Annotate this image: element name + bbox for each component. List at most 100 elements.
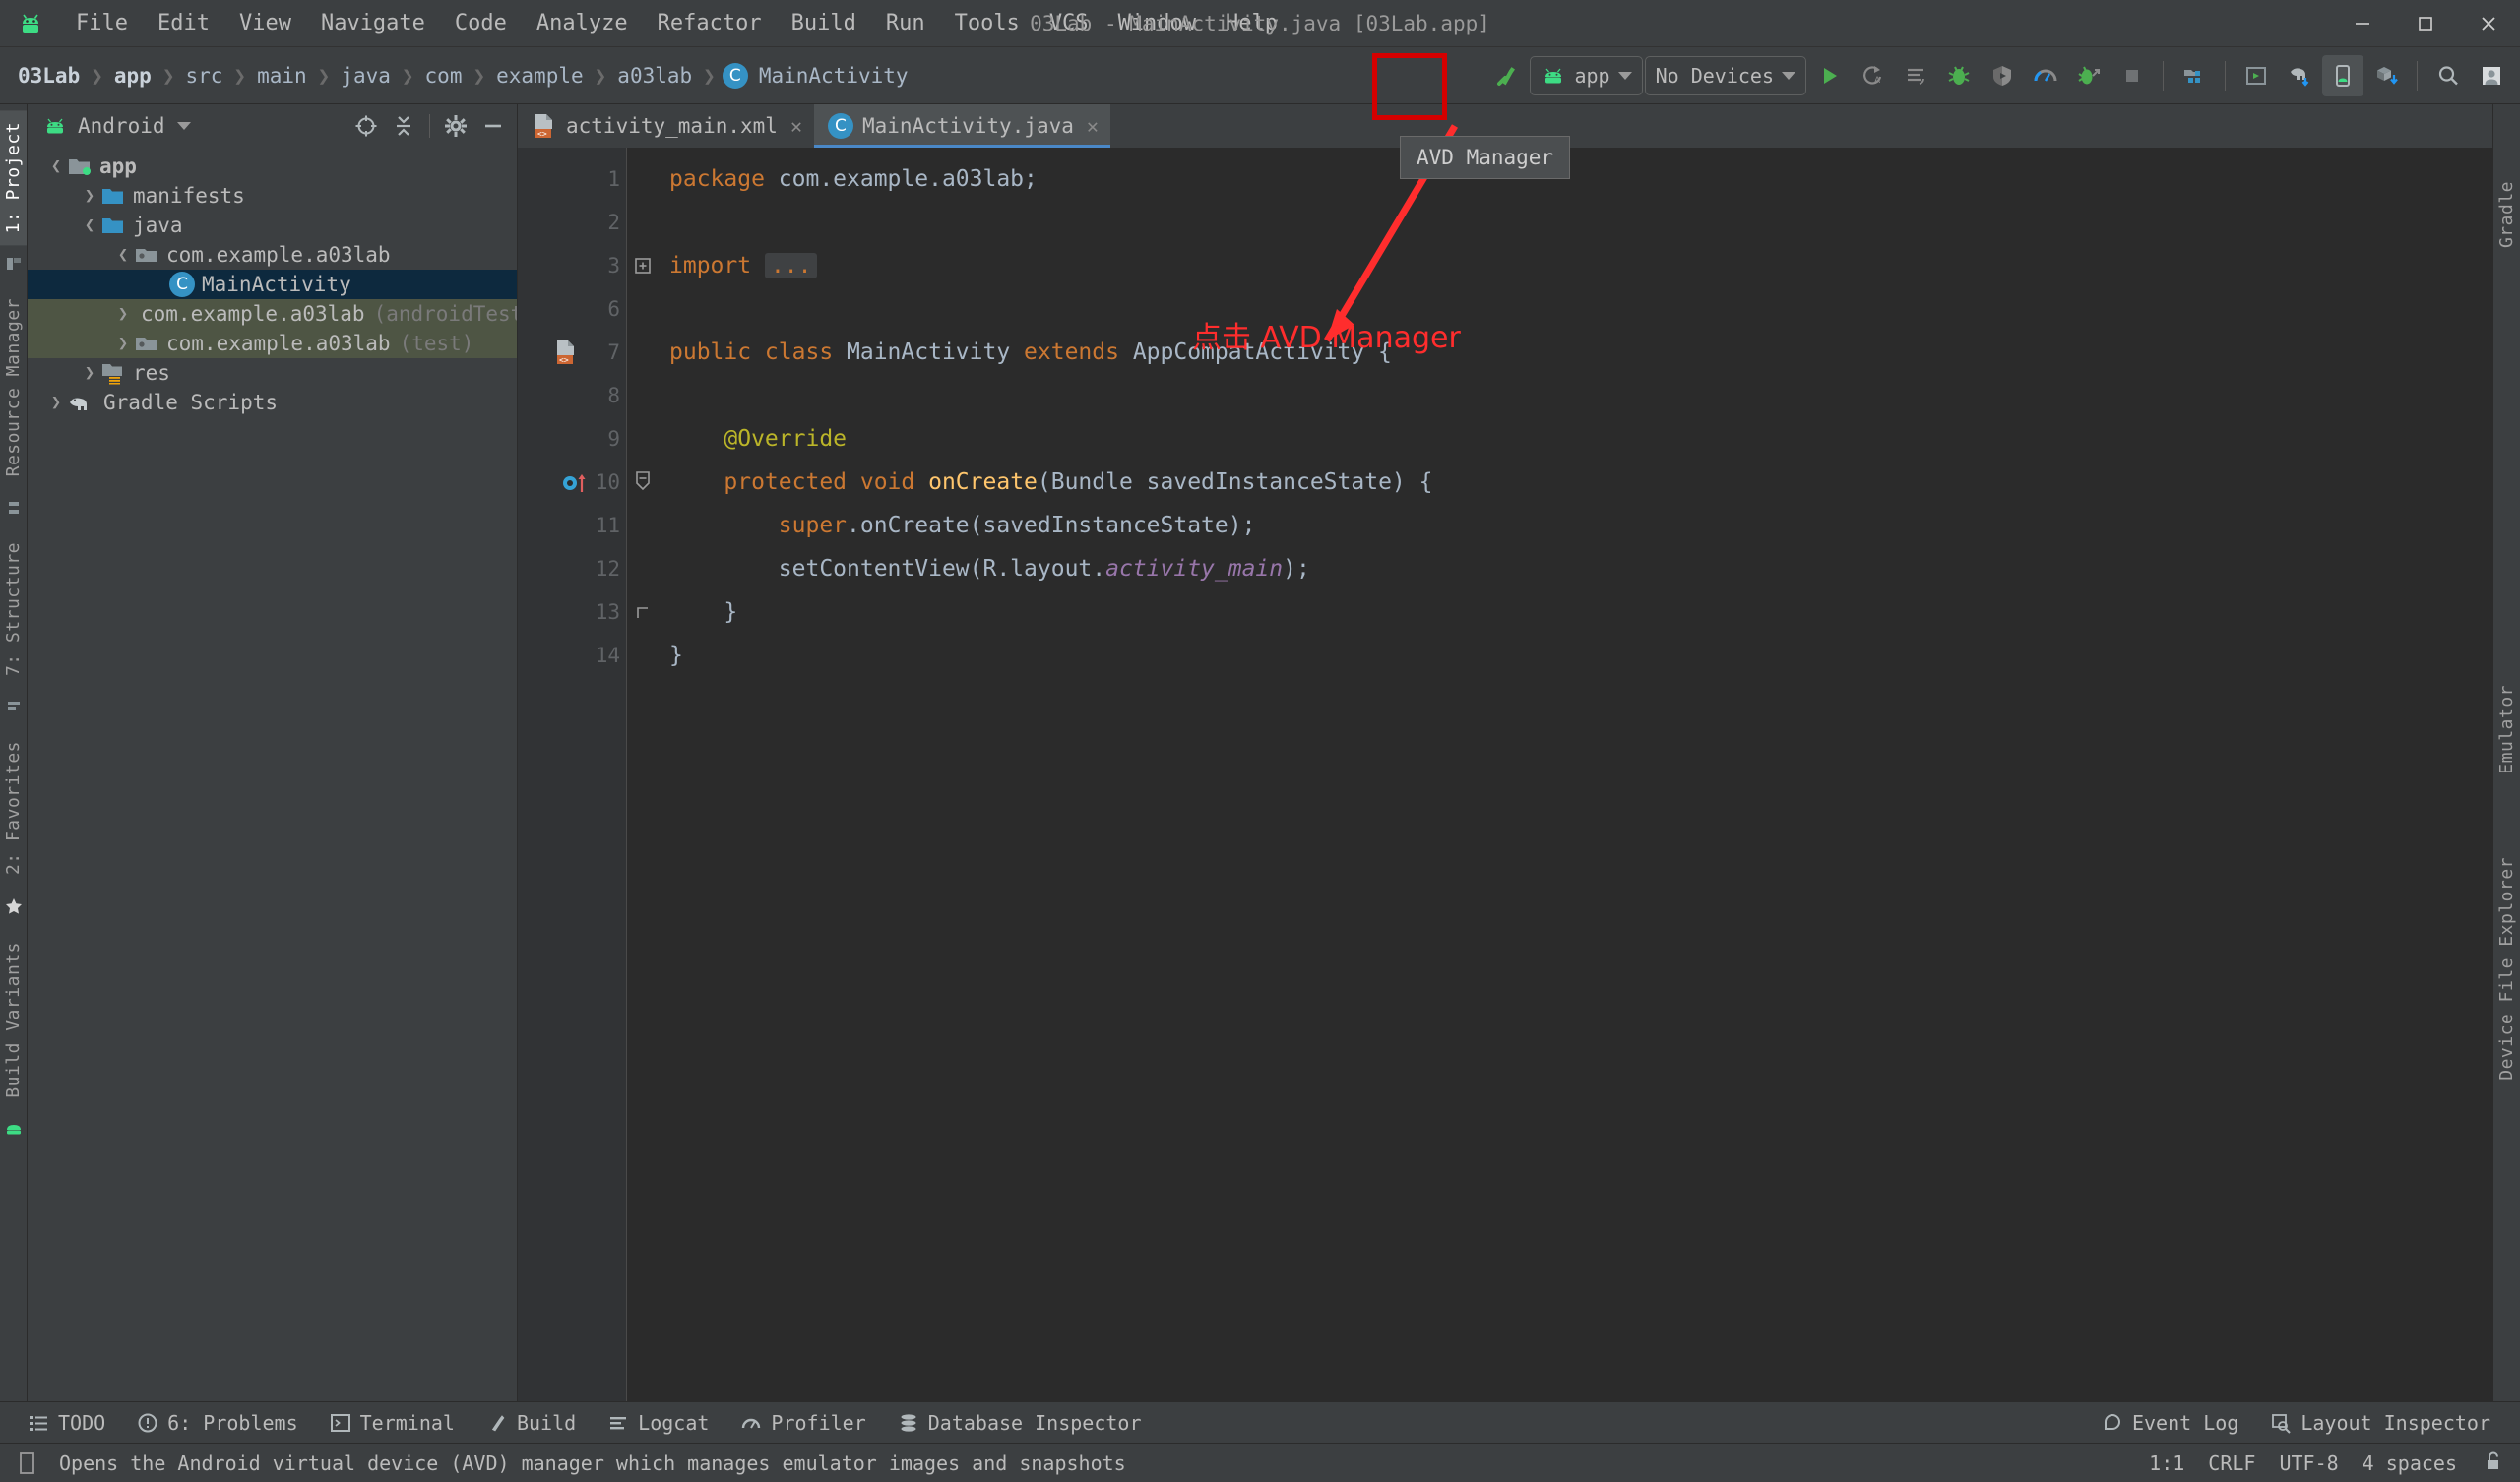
chevron-right-icon[interactable]: ❯ [79, 363, 100, 383]
search-everywhere-icon[interactable] [2427, 55, 2469, 96]
tool-window-problems[interactable]: 6: Problems [123, 1407, 311, 1439]
tool-window-event-log[interactable]: Event Log [2088, 1407, 2252, 1439]
sidebar-item-build-variants[interactable]: Build Variants [0, 930, 27, 1110]
tree-item-gradle-scripts[interactable]: ❯ Gradle Scripts [28, 388, 517, 417]
code-text[interactable]: package com.example.a03lab; import ... p… [658, 148, 2492, 1401]
menu-item-analyze[interactable]: Analyze [522, 7, 643, 39]
fold-expand-imports-icon[interactable] [627, 244, 658, 287]
avd-manager-icon[interactable] [2322, 55, 2363, 96]
run-icon[interactable] [1808, 55, 1850, 96]
gradle-sync-elephant-icon[interactable] [2279, 55, 2320, 96]
indent-setting[interactable]: 4 spaces [2362, 1451, 2457, 1475]
chevron-right-icon[interactable]: ❯ [45, 393, 67, 412]
menu-item-run[interactable]: Run [871, 7, 940, 39]
editor-fold-column[interactable] [626, 148, 658, 1401]
breadcrumb-item-a03lab[interactable]: a03lab [613, 62, 696, 90]
tree-item-package-test[interactable]: ❯ com.example.a03lab (test) [28, 329, 517, 358]
chevron-down-icon[interactable]: ❮ [79, 216, 100, 235]
breadcrumb-item-java[interactable]: java [337, 62, 395, 90]
sidebar-item-favorites[interactable]: 2: Favorites [0, 729, 27, 887]
file-encoding[interactable]: UTF-8 [2279, 1451, 2338, 1475]
fold-collapse-method-icon[interactable] [627, 461, 658, 504]
tree-item-java[interactable]: ❮ java [28, 211, 517, 240]
chevron-right-icon[interactable]: ❯ [112, 334, 134, 353]
profiler-icon[interactable] [2025, 55, 2066, 96]
breadcrumb-item-project[interactable]: 03Lab [14, 62, 84, 90]
caret-position[interactable]: 1:1 [2149, 1451, 2184, 1475]
code-editor[interactable]: 1 2 3 6 <> 7 8 9 10 11 12 13 14 package … [518, 148, 2492, 1401]
sdk-download-icon[interactable] [2365, 55, 2407, 96]
sidebar-item-gradle[interactable]: Gradle [2493, 169, 2520, 260]
chevron-down-icon[interactable] [176, 122, 191, 130]
breadcrumb-item-example[interactable]: example [492, 62, 588, 90]
chevron-down-icon[interactable]: ❮ [112, 245, 134, 265]
attach-debugger-icon[interactable] [1982, 55, 2023, 96]
tool-window-build[interactable]: Build [472, 1407, 590, 1439]
sdk-manager-icon[interactable] [2174, 55, 2215, 96]
breadcrumb-item-app[interactable]: app [110, 62, 156, 90]
apply-changes-rerun-icon[interactable]: A [1852, 55, 1893, 96]
tool-window-layout-inspector[interactable]: Layout Inspector [2256, 1407, 2504, 1439]
build-hammer-icon[interactable] [1486, 55, 1528, 96]
menu-item-tools[interactable]: Tools [940, 7, 1035, 39]
close-tab-icon[interactable]: ✕ [1087, 114, 1099, 138]
sidebar-item-resource-manager[interactable]: Resource Manager [0, 286, 27, 488]
breadcrumb-item-com[interactable]: com [421, 62, 467, 90]
chevron-right-icon[interactable]: ❯ [79, 186, 100, 206]
settings-gear-icon[interactable] [438, 108, 473, 144]
tree-item-manifests[interactable]: ❯ manifests [28, 181, 517, 211]
fold-method-end-icon[interactable] [627, 590, 658, 634]
tool-window-todo[interactable]: TODO [14, 1407, 119, 1439]
tool-window-profiler[interactable]: Profiler [726, 1407, 879, 1439]
tool-window-terminal[interactable]: Terminal [316, 1407, 469, 1439]
close-tab-icon[interactable]: ✕ [790, 114, 802, 138]
apply-code-changes-icon[interactable] [1895, 55, 1936, 96]
device-selector-combo[interactable]: No Devices [1644, 56, 1806, 95]
menu-item-view[interactable]: View [224, 7, 306, 39]
tool-window-label: Database Inspector [927, 1410, 1142, 1435]
menu-item-build[interactable]: Build [777, 7, 871, 39]
sidebar-item-structure[interactable]: 7: Structure [0, 530, 27, 688]
hide-panel-icon[interactable] [475, 108, 511, 144]
sidebar-item-project[interactable]: 1: Project [0, 110, 27, 246]
override-method-marker-icon[interactable] [561, 468, 595, 496]
line-separator[interactable]: CRLF [2208, 1451, 2255, 1475]
tree-item-res[interactable]: ❯ res [28, 358, 517, 388]
close-icon[interactable] [2457, 0, 2520, 47]
sidebar-item-emulator[interactable]: Emulator [2493, 673, 2520, 786]
minimize-icon[interactable] [2331, 0, 2394, 47]
tree-item-package-androidtest[interactable]: ❯ com.example.a03lab (androidTest) [28, 299, 517, 329]
user-account-icon[interactable] [2471, 55, 2512, 96]
stop-icon[interactable] [2111, 55, 2153, 96]
unlocked-padlock-icon[interactable] [2481, 1450, 2504, 1477]
tree-item-package-main[interactable]: ❮ com.example.a03lab [28, 240, 517, 270]
menu-item-edit[interactable]: Edit [143, 7, 224, 39]
package-folder-icon [136, 249, 157, 262]
layout-file-marker-icon[interactable]: <> [553, 339, 579, 366]
project-tree[interactable]: ❮ app ❯ manifests ❮ java ❮ com.example.a… [28, 148, 517, 1401]
select-opened-file-icon[interactable] [348, 108, 384, 144]
tree-item-app[interactable]: ❮ app [28, 152, 517, 181]
sidebar-item-device-file-explorer[interactable]: Device File Explorer [2493, 845, 2520, 1092]
chevron-right-icon[interactable]: ❯ [112, 304, 134, 324]
module-selector-combo[interactable]: app [1530, 56, 1643, 95]
maximize-icon[interactable] [2394, 0, 2457, 47]
chevron-down-icon[interactable]: ❮ [45, 156, 67, 176]
tool-window-database-inspector[interactable]: Database Inspector [884, 1407, 1156, 1439]
breadcrumb-item-src[interactable]: src [181, 62, 226, 90]
tool-window-logcat[interactable]: Logcat [594, 1407, 723, 1439]
tree-item-mainactivity[interactable]: C MainActivity [28, 270, 517, 299]
menu-item-file[interactable]: File [61, 7, 143, 39]
breadcrumb-item-mainactivity[interactable]: MainActivity [755, 62, 913, 90]
editor-gutter[interactable]: 1 2 3 6 <> 7 8 9 10 11 12 13 14 [518, 148, 626, 1401]
layout-editor-icon[interactable] [2236, 55, 2277, 96]
tab-mainactivity-java[interactable]: C MainActivity.java ✕ [813, 104, 1110, 148]
menu-item-navigate[interactable]: Navigate [306, 7, 440, 39]
tab-activity-main-xml[interactable]: <> activity_main.xml ✕ [518, 104, 814, 148]
collapse-all-icon[interactable] [386, 108, 421, 144]
debug-bug-icon[interactable] [1938, 55, 1980, 96]
menu-item-refactor[interactable]: Refactor [643, 7, 777, 39]
run-with-coverage-icon[interactable] [2068, 55, 2110, 96]
menu-item-code[interactable]: Code [440, 7, 522, 39]
breadcrumb-item-main[interactable]: main [253, 62, 311, 90]
